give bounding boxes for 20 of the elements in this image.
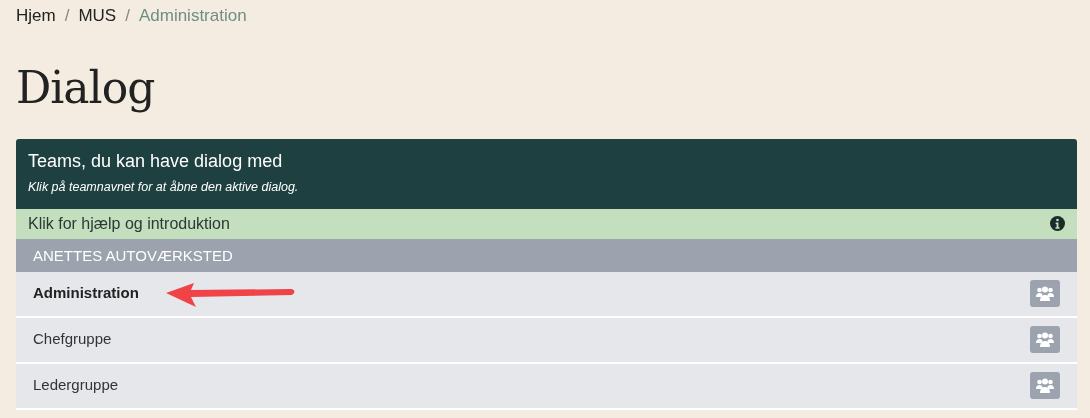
breadcrumb-link[interactable]: MUS [78,3,117,29]
team-button[interactable] [1030,326,1060,354]
info-icon [1050,216,1065,232]
team-link[interactable]: Administration [33,282,139,305]
page-title: Dialog [16,62,156,115]
team-link[interactable]: Chefgruppe [33,328,112,351]
group-header: ANETTES AUTOVÆRKSTED [16,238,1077,272]
breadcrumb-separator: / [125,5,130,28]
team-button[interactable] [1030,372,1060,400]
help-bar[interactable]: Klik for hjælp og introduktion [16,208,1077,239]
team-link[interactable]: Ledergruppe [33,374,119,397]
panel-subtitle: Klik på teamnavnet for at åbne den aktive dialog. [28,178,300,196]
people-icon [1035,330,1055,349]
people-icon [1035,284,1055,303]
people-icon [1035,376,1055,395]
team-button[interactable] [1030,280,1060,308]
breadcrumb-separator: / [64,5,70,28]
panel-title: Teams, du kan have dialog med [28,149,284,173]
breadcrumb-link[interactable]: Hjem [16,3,56,29]
help-text[interactable]: Klik for hjælp og introduktion [28,211,230,236]
